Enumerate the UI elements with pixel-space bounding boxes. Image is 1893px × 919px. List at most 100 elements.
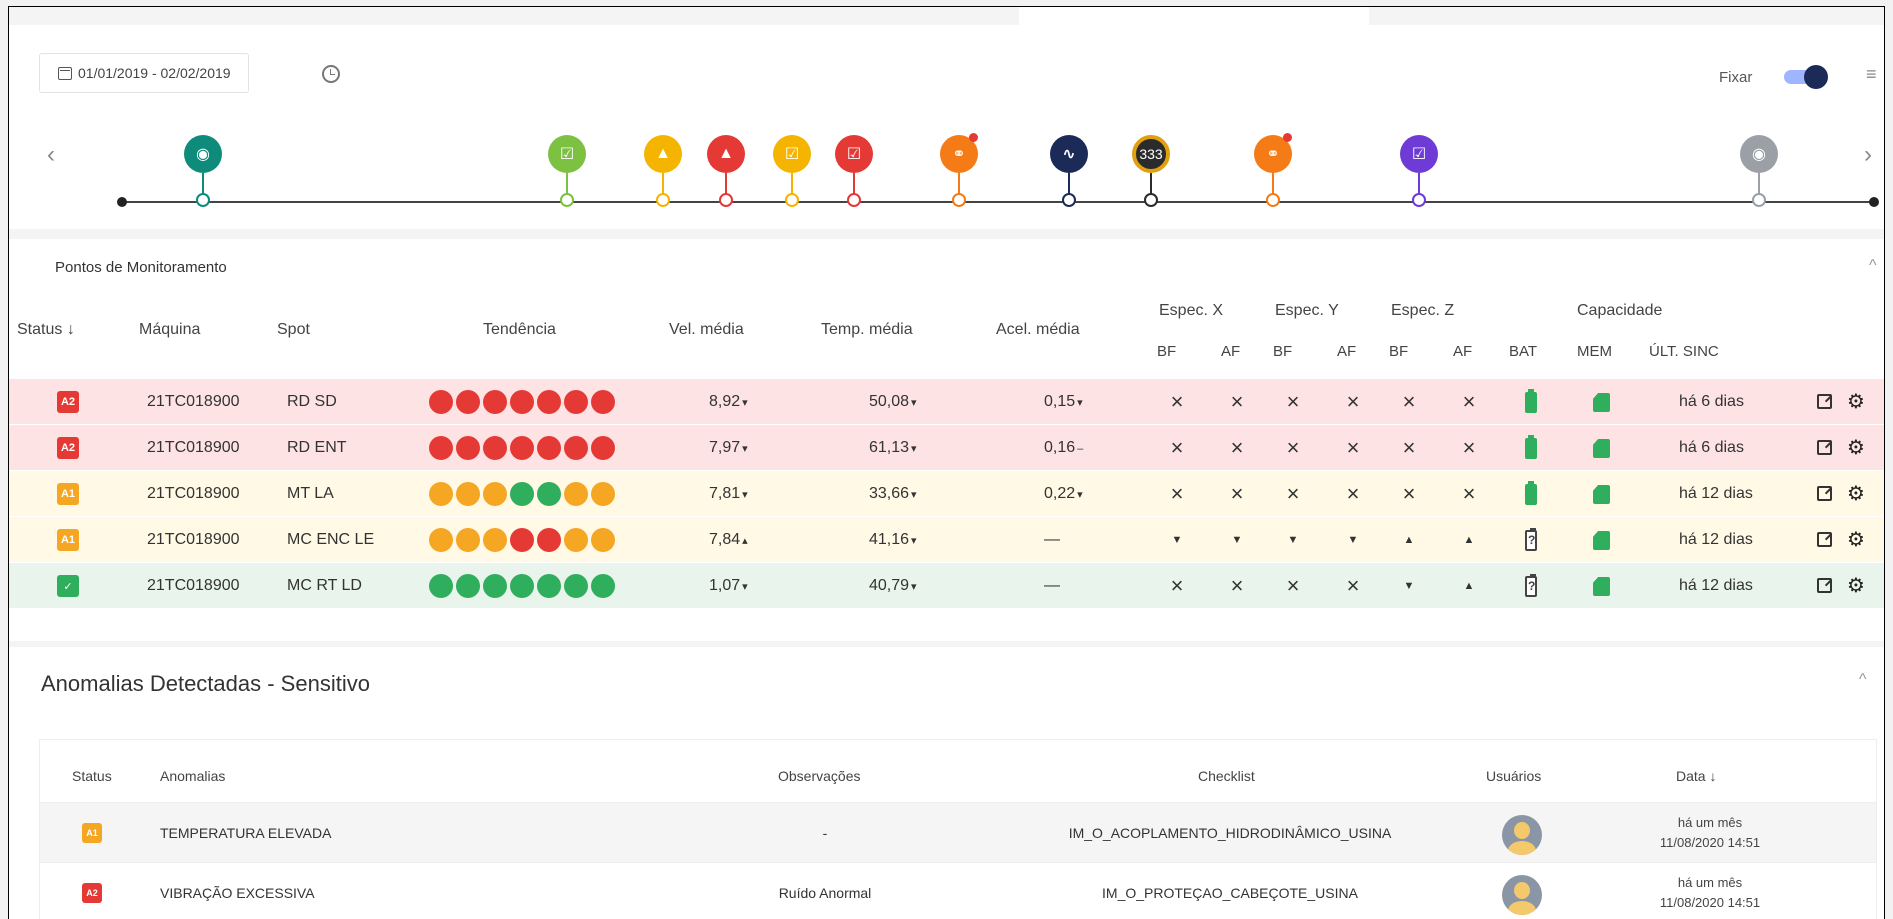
table-row[interactable]: A1 21TC018900 MC ENC LE 7,84▴ 41,16▾ — ▼ ▼ ▼ ▼ ▲ ▲ h…: [9, 517, 1884, 563]
monitoring-title: Pontos de Monitoramento: [55, 259, 227, 276]
timeline-event[interactable]: ▲: [643, 135, 683, 207]
event-node: [1752, 193, 1766, 207]
open-external-icon[interactable]: [1817, 578, 1832, 593]
machine-cell: 21TC018900: [147, 393, 240, 410]
trend-dot: [429, 482, 453, 506]
filter-icon[interactable]: ≡: [1866, 65, 1882, 83]
col-capacity: Capacidade: [1577, 302, 1663, 319]
observation-cell: -: [822, 825, 828, 841]
col-status[interactable]: Status ↓: [17, 321, 75, 339]
col-mem: MEM: [1577, 343, 1612, 360]
trend-dot: [429, 574, 453, 598]
toggle-knob: [1804, 65, 1828, 89]
battery-icon: [1525, 435, 1537, 459]
section-divider: [9, 229, 1884, 239]
trend-dot: [564, 574, 588, 598]
timeline-event[interactable]: ☑: [547, 135, 587, 207]
open-external-icon[interactable]: [1817, 394, 1832, 409]
trend-dots: [429, 436, 615, 460]
spec-unavailable-icon: ×: [1286, 389, 1300, 414]
timeline-event[interactable]: ▲: [706, 135, 746, 207]
machine-cell: 21TC018900: [147, 485, 240, 502]
open-external-icon[interactable]: [1817, 486, 1832, 501]
table-row[interactable]: ✓ 21TC018900 MC RT LD 1,07▾ 40,79▾ — × × × × ▼ ▲ há …: [9, 563, 1884, 609]
timeline-event[interactable]: ⚭: [939, 133, 979, 207]
battery-icon: [1525, 481, 1537, 505]
warning-icon: ▲: [644, 135, 682, 173]
gear-icon[interactable]: ⚙: [1847, 379, 1865, 425]
timeline-event[interactable]: ⚭: [1253, 133, 1293, 207]
timeline-event[interactable]: ☑: [834, 135, 874, 207]
trend-dot: [564, 482, 588, 506]
spec-unavailable-icon: ×: [1230, 573, 1244, 598]
memory-icon: [1593, 393, 1610, 412]
trend-dot: [456, 390, 480, 414]
table-row[interactable]: A1 21TC018900 MT LA 7,81 ▾ 33,66 ▾ 0,22 ▾ × × × × × × h…: [9, 471, 1884, 517]
trend-dot: [510, 436, 534, 460]
table-row[interactable]: A2 21TC018900 RD SD 8,92 ▾ 50,08 ▾ 0,15 ▾ × × × × × × h…: [9, 379, 1884, 425]
event-node: [560, 193, 574, 207]
pulse-icon: ∿: [1050, 135, 1088, 173]
spec-unavailable-icon: ×: [1170, 389, 1184, 414]
gear-icon[interactable]: ⚙: [1847, 517, 1865, 563]
event-stem: [725, 173, 727, 195]
gear-icon[interactable]: ⚙: [1847, 471, 1865, 517]
trend-dot: [537, 482, 561, 506]
machine-cell: 21TC018900: [147, 577, 240, 594]
timeline-event[interactable]: ◉: [183, 135, 223, 207]
anomaly-row[interactable]: A2 VIBRAÇÃO EXCESSIVA Ruído Anormal IM_O_PR…: [40, 862, 1876, 919]
trend-down-icon: ▼: [1171, 534, 1183, 546]
timeline-line: [121, 201, 1876, 203]
col-trend: Tendência: [483, 321, 556, 338]
timeline-event[interactable]: ◉: [1739, 135, 1779, 207]
date-cell: há um mês 11/08/2020 14:51: [1659, 875, 1761, 910]
table-row[interactable]: A2 21TC018900 RD ENT 7,97 ▾ 61,13 ▾ 0,16– × × × × × ×…: [9, 425, 1884, 471]
spec-unavailable-icon: ×: [1402, 435, 1416, 460]
timeline-event[interactable]: 333: [1131, 135, 1171, 207]
collapse-anomalies-icon[interactable]: ^: [1859, 671, 1867, 689]
trend-dot: [456, 574, 480, 598]
status-badge: A1: [57, 483, 79, 505]
collapse-monitoring-icon[interactable]: ^: [1869, 257, 1877, 275]
spec-unavailable-icon: ×: [1230, 481, 1244, 506]
a-col-date[interactable]: Data ↓: [1676, 768, 1716, 784]
open-external-icon[interactable]: [1817, 532, 1832, 547]
timeline-event[interactable]: ☑: [772, 135, 812, 207]
status-badge: A2: [57, 391, 79, 413]
history-icon[interactable]: [322, 65, 340, 83]
spec-unavailable-icon: ×: [1346, 573, 1360, 598]
timeline-event[interactable]: ☑: [1399, 135, 1439, 207]
fixar-toggle[interactable]: [1784, 65, 1828, 89]
spec-unavailable-icon: ×: [1346, 435, 1360, 460]
machine-cell: 21TC018900: [147, 439, 240, 456]
status-code: A1: [60, 534, 76, 546]
trend-dot: [591, 528, 615, 552]
col-spec-y: Espec. Y: [1275, 302, 1339, 319]
avatar[interactable]: [1502, 875, 1542, 915]
gear-icon[interactable]: ⚙: [1847, 563, 1865, 609]
trend-dot: [456, 528, 480, 552]
timeline-prev-icon[interactable]: ‹: [47, 141, 55, 169]
avatar[interactable]: [1502, 815, 1542, 855]
vel-cell: 7,81 ▾: [709, 485, 748, 502]
timeline-next-icon[interactable]: ›: [1864, 141, 1872, 169]
col-x-bf: BF: [1157, 343, 1177, 360]
a-col-checklist: Checklist: [1198, 768, 1255, 784]
section-divider-2: [9, 641, 1884, 647]
trend-down-icon: ▼: [1287, 534, 1299, 546]
open-external-icon[interactable]: [1817, 440, 1832, 455]
date-range-button[interactable]: 01/01/2019 - 02/02/2019: [39, 53, 249, 93]
col-acel: Acel. média: [996, 321, 1080, 338]
status-code: A2: [60, 442, 76, 454]
trend-dot: [510, 528, 534, 552]
anomaly-row[interactable]: A1 TEMPERATURA ELEVADA - IM_O_ACOPLAMENTO_H…: [40, 802, 1876, 862]
timeline-event[interactable]: ∿: [1049, 135, 1089, 207]
spec-unavailable-icon: ×: [1230, 389, 1244, 414]
event-node: [1266, 193, 1280, 207]
sort-down-icon: ↓: [66, 321, 75, 338]
gear-icon[interactable]: ⚙: [1847, 425, 1865, 471]
notification-badge: [1283, 133, 1292, 142]
memory-icon: [1593, 577, 1610, 596]
trend-dot: [483, 528, 507, 552]
trend-dot: [537, 574, 561, 598]
